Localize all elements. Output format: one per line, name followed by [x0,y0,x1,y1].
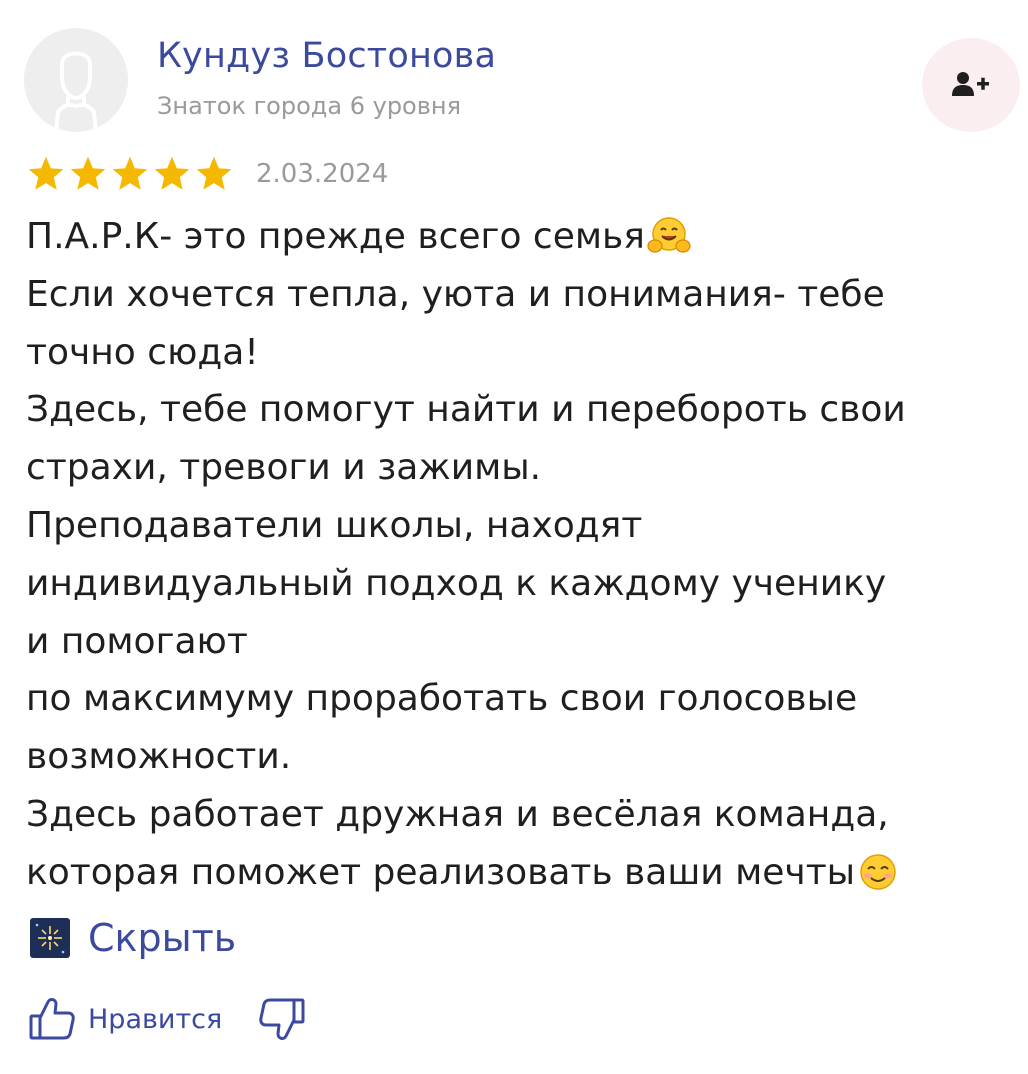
fireworks-icon [30,918,70,958]
dislike-button[interactable] [258,996,306,1042]
review-text: П.А.Р.К- это прежде всего семья Если хоч… [26,208,1026,902]
review-line: и помогают [26,620,248,662]
review-line-text: которая поможет реализовать ваши мечты [26,851,856,893]
review-line-text: П.А.Р.К- это прежде всего семья [26,216,645,257]
review-line: которая поможет реализовать ваши мечты [26,844,1026,902]
hide-button[interactable]: Скрыть [30,910,236,966]
review-line: П.А.Р.К- это прежде всего семья [26,208,1026,266]
star-icon [154,156,190,190]
review-date: 2.03.2024 [256,159,389,189]
review-line: Преподаватели школы, находят [26,504,643,546]
review-line: возможности. [26,736,292,778]
rating-stars [26,155,234,193]
thumbs-up-icon [29,998,75,1040]
star-icon [112,156,148,190]
subscribe-button[interactable] [922,38,1020,132]
star-icon [70,156,106,190]
like-button[interactable]: Нравится [28,996,222,1042]
thumbs-down-icon [259,998,305,1040]
review-line: точно сюда! [26,331,259,373]
star-icon [28,156,64,190]
author-level: Знаток города 6 уровня [157,92,462,120]
smiling-face-emoji [856,852,900,910]
reactions: Нравится [28,994,306,1044]
user-silhouette-icon [24,28,128,132]
rating-row: 2.03.2024 [26,154,388,194]
add-user-icon [952,72,989,96]
review-line: индивидуальный подход к каждому ученику [26,562,887,604]
hide-label: Скрыть [88,916,237,960]
review-line: страхи, тревоги и зажимы. [26,447,542,489]
like-label: Нравится [88,1003,223,1035]
star-icon [196,156,232,190]
review-line: Здесь работает дружная и весёлая команда… [26,793,889,835]
author-name[interactable]: Кундуз Бостонова [157,36,496,76]
review-line: Если хочется тепла, уюта и понимания- те… [26,273,885,315]
avatar[interactable] [24,28,128,132]
review-line: по максимуму проработать свои голосовые [26,678,858,720]
review-line: Здесь, тебе помогут найти и перебороть с… [26,389,906,431]
